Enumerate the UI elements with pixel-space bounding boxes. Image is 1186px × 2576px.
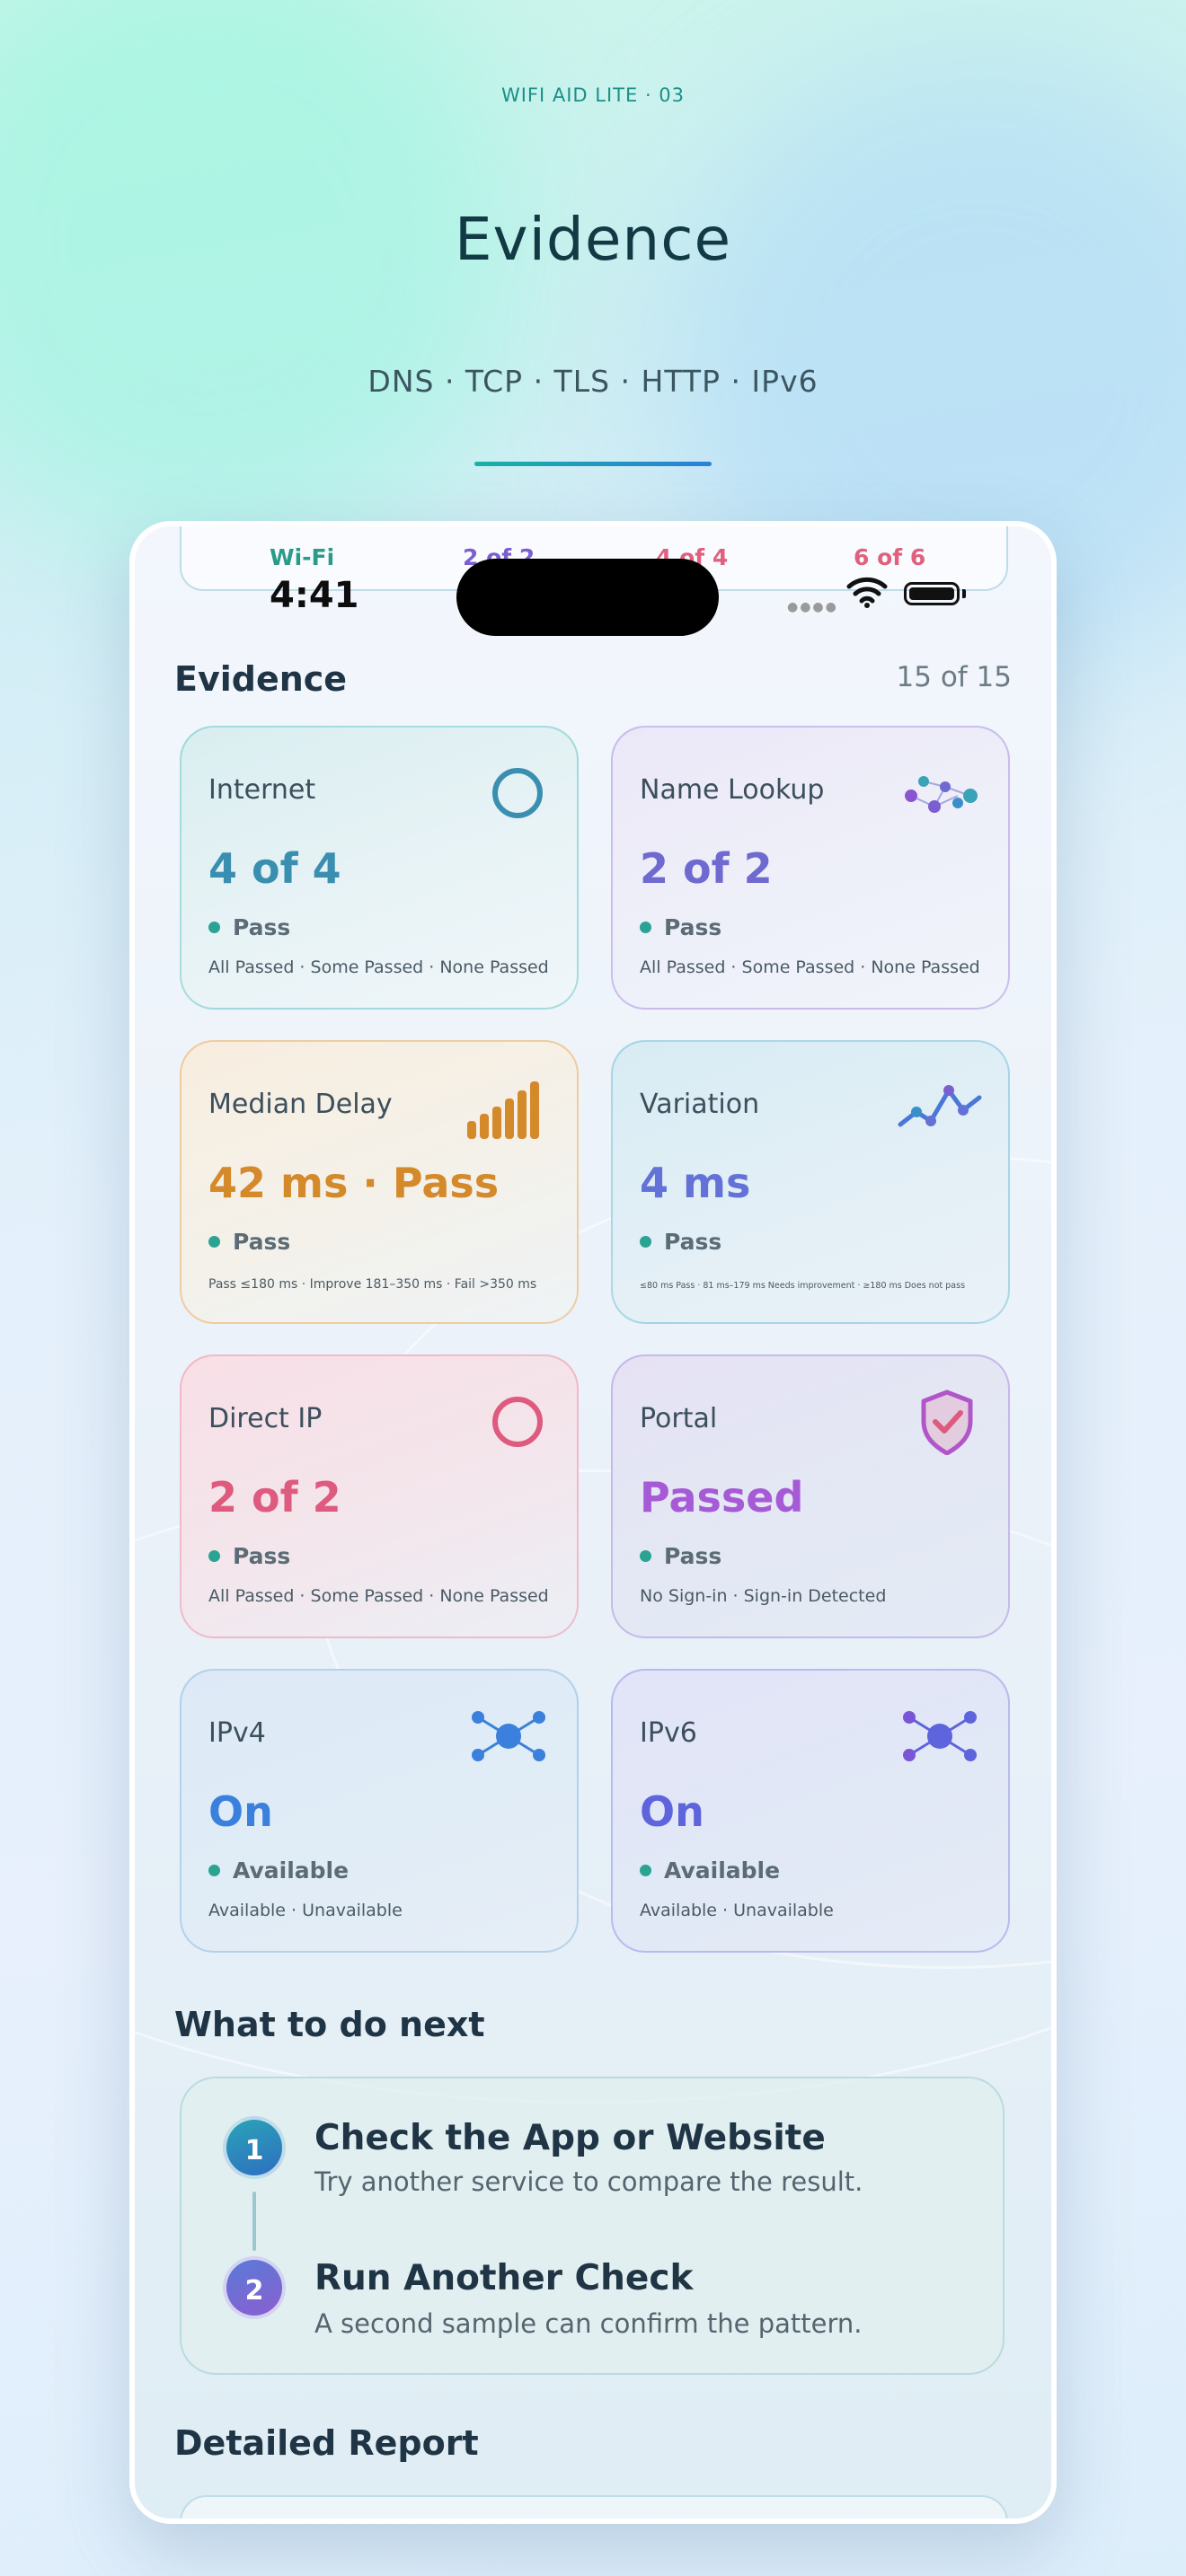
status-pass: Pass [640, 1543, 721, 1569]
card-value: 4 ms [640, 1159, 751, 1207]
ring-icon [492, 1397, 543, 1447]
app-kicker: WIFI AID LITE · 03 [500, 84, 686, 106]
report-title: Detailed Report [174, 2423, 479, 2463]
card-legend: Pass ≤180 ms · Improve 181–350 ms · Fail… [208, 1277, 537, 1292]
card-value: On [640, 1787, 704, 1836]
line-graph-icon [898, 1085, 982, 1127]
network-hub-icon [472, 1711, 545, 1761]
card-variation[interactable]: Variation 4 ms Pass ≤80 ms Pass · 81 ms–… [611, 1040, 1010, 1324]
card-value: 42 ms · Pass [208, 1159, 500, 1207]
status-pass: Pass [208, 1229, 290, 1255]
dynamic-island [456, 559, 719, 636]
peek-label: 6 of 6 [854, 544, 926, 570]
ring-icon [492, 768, 543, 818]
card-label: Variation [640, 1089, 760, 1120]
card-value: 2 of 2 [208, 1473, 341, 1522]
battery-cap [962, 589, 966, 598]
step-number-badge: 2 [223, 2256, 286, 2319]
peek-label: Wi-Fi [270, 544, 335, 570]
status-time: 4:41 [270, 575, 359, 616]
card-internet[interactable]: Internet 4 of 4 Pass All Passed · Some P… [180, 726, 579, 1010]
card-label: IPv6 [640, 1717, 697, 1749]
card-legend: All Passed · Some Passed · None Passed [640, 957, 980, 977]
step-description: Try another service to compare the resul… [314, 2166, 863, 2197]
step-connector [252, 2192, 256, 2251]
network-hub-icon [903, 1711, 977, 1761]
card-legend: Available · Unavailable [640, 1901, 834, 1920]
card-legend: Available · Unavailable [208, 1901, 403, 1920]
card-median-delay[interactable]: Median Delay 42 ms · Pass Pass Pass ≤180… [180, 1040, 579, 1324]
card-label: Portal [640, 1403, 718, 1434]
card-value: 4 of 4 [208, 844, 341, 893]
status-available: Available [208, 1857, 349, 1883]
status-pass: Pass [640, 1229, 721, 1255]
signal-bars-icon [467, 1081, 539, 1139]
card-label: IPv4 [208, 1717, 266, 1749]
step-number-badge: 1 [223, 2116, 286, 2179]
card-label: Internet [208, 774, 316, 806]
shield-check-icon [921, 1389, 973, 1455]
title-divider [474, 462, 712, 466]
card-ipv6[interactable]: IPv6 On Available Available · Unavailabl… [611, 1669, 1010, 1953]
battery-icon [904, 582, 960, 605]
card-ipv4[interactable]: IPv4 On Available Available · Unavailabl… [180, 1669, 579, 1953]
status-pass: Pass [208, 914, 290, 940]
status-pass: Pass [208, 1543, 290, 1569]
card-value: 2 of 2 [640, 844, 773, 893]
step-title[interactable]: Run Another Check [314, 2258, 693, 2298]
card-value: Passed [640, 1473, 804, 1522]
status-available: Available [640, 1857, 780, 1883]
dns-nodes-icon [905, 776, 978, 813]
cellular-dots-icon: ●●●● [787, 600, 838, 614]
next-steps-card: 1 Check the App or Website Try another s… [180, 2077, 1005, 2375]
page-subtitle: DNS · TCP · TLS · HTTP · IPv6 [367, 364, 819, 399]
card-legend: All Passed · Some Passed · None Passed [208, 957, 549, 977]
card-legend: All Passed · Some Passed · None Passed [208, 1586, 549, 1606]
card-legend: ≤80 ms Pass · 81 ms–179 ms Needs improve… [640, 1281, 966, 1291]
wifi-icon [846, 577, 888, 608]
phone-frame: Wi-Fi 2 of 2 4 of 4 6 of 6 4:41 ●●●● Evi… [129, 521, 1057, 2524]
card-label: Median Delay [208, 1089, 393, 1120]
card-label: Direct IP [208, 1403, 323, 1434]
page-title: Evidence [454, 205, 732, 274]
step-title[interactable]: Check the App or Website [314, 2118, 826, 2158]
card-legend: No Sign-in · Sign-in Detected [640, 1586, 887, 1606]
card-portal[interactable]: Portal Passed Pass No Sign-in · Sign-in … [611, 1354, 1010, 1638]
status-pass: Pass [640, 914, 721, 940]
evidence-count: 15 of 15 [896, 661, 1012, 693]
evidence-title: Evidence [174, 659, 348, 699]
card-label: Name Lookup [640, 774, 825, 806]
report-card[interactable] [180, 2495, 1008, 2519]
card-value: On [208, 1787, 273, 1836]
card-name-lookup[interactable]: Name Lookup 2 of 2 Pass All Passed · Som… [611, 726, 1010, 1010]
card-direct-ip[interactable]: Direct IP 2 of 2 Pass All Passed · Some … [180, 1354, 579, 1638]
step-description: A second sample can confirm the pattern. [314, 2308, 863, 2339]
next-steps-title: What to do next [174, 2005, 485, 2044]
phone-screen[interactable]: Wi-Fi 2 of 2 4 of 4 6 of 6 4:41 ●●●● Evi… [135, 526, 1051, 2519]
